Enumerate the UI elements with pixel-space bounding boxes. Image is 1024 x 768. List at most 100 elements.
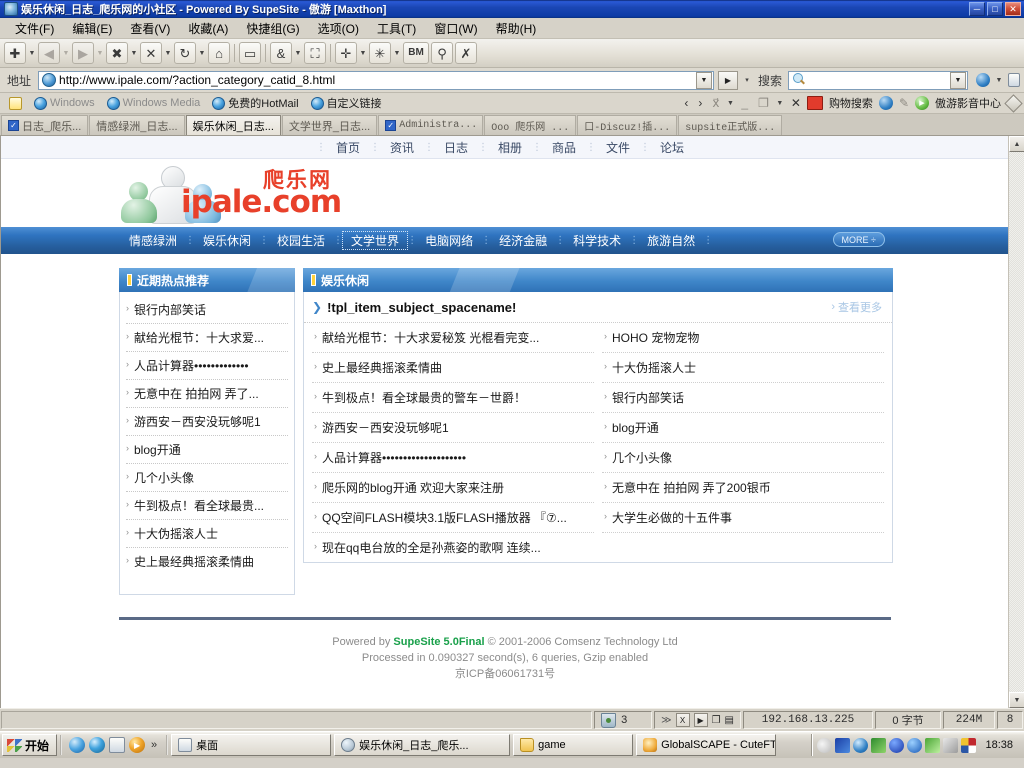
list-item[interactable]: › 几个小头像 <box>602 443 884 473</box>
menu-groups[interactable]: 快捷组(G) <box>237 18 308 39</box>
nav-forward-icon[interactable]: › <box>694 96 706 110</box>
tab-5[interactable]: Ooo 爬乐网 ... <box>484 115 577 135</box>
copy-icon[interactable]: ❐ <box>712 715 721 726</box>
close-button[interactable]: ✕ <box>1005 2 1021 16</box>
ime-icon[interactable] <box>961 737 977 753</box>
bug-icon[interactable]: ✳ <box>369 42 391 64</box>
link-windows[interactable]: Windows <box>29 96 100 110</box>
site-nav-files[interactable]: 文件 <box>596 139 640 156</box>
site-nav-blog[interactable]: 日志 <box>434 139 478 156</box>
browser-tray-icon[interactable] <box>853 737 869 753</box>
site-nav-album[interactable]: 相册 <box>488 139 532 156</box>
maximize-button[interactable]: □ <box>987 2 1003 16</box>
menu-tools[interactable]: 工具(T) <box>368 18 425 39</box>
nav-restore-dropdown-icon[interactable]: ▼ <box>775 92 785 114</box>
list-item[interactable]: › 大学生必做的十五件事 <box>602 503 884 533</box>
site-nav-news[interactable]: 资讯 <box>380 139 424 156</box>
wrench-icon[interactable]: ⚲ <box>431 42 453 64</box>
back-icon[interactable]: ◀ <box>38 42 60 64</box>
link-custom[interactable]: 自定义链接 <box>306 95 387 111</box>
category-wenxue-selected[interactable]: 文学世界 <box>342 231 409 250</box>
menu-file[interactable]: 文件(F) <box>6 18 63 39</box>
back-dropdown-icon[interactable]: ▼ <box>61 42 71 64</box>
paperclip-icon[interactable]: ✎ <box>895 96 913 110</box>
minimize-button[interactable]: ─ <box>969 2 985 16</box>
search-engine-dropdown-icon[interactable]: ▼ <box>994 69 1004 91</box>
go-button[interactable]: ▶ <box>717 70 738 90</box>
tab-4[interactable]: ✓ Administra... <box>378 115 484 135</box>
menu-view[interactable]: 查看(V) <box>121 18 179 39</box>
category-kexue[interactable]: 科学技术 <box>565 232 629 249</box>
list-item[interactable]: › QQ空间FLASH模块3.1版FLASH播放器 『⑦... <box>312 503 594 533</box>
restore-icon[interactable] <box>89 737 106 753</box>
new-tab-icon[interactable]: ✚ <box>4 42 26 64</box>
close-x-icon[interactable]: ✗ <box>455 42 477 64</box>
menu-edit[interactable]: 编辑(E) <box>63 18 121 39</box>
network-icon[interactable] <box>835 737 851 753</box>
page-scrollbar[interactable]: ▲ ▼ <box>1008 136 1024 708</box>
category-more-button[interactable]: MORE ÷ <box>832 232 885 247</box>
search-input[interactable]: ▼ <box>788 70 968 90</box>
menu-help[interactable]: 帮助(H) <box>487 18 546 39</box>
refresh-icon[interactable]: ↻ <box>174 42 196 64</box>
list-item[interactable]: › blog开通 <box>126 436 288 464</box>
list-item[interactable]: › blog开通 <box>602 413 884 443</box>
new-tab-dropdown-icon[interactable]: ▼ <box>27 42 37 64</box>
list-item[interactable]: › 史上最经典摇滚柔情曲 <box>126 548 288 575</box>
view-more-link[interactable]: › 查看更多 <box>831 299 882 315</box>
list-item[interactable]: › 十大伪摇滚人士 <box>126 520 288 548</box>
list-item[interactable]: › 十大伪摇滚人士 <box>602 353 884 383</box>
list-item[interactable]: › 人品计算器••••••••••••• <box>126 352 288 380</box>
search-engine-icon[interactable] <box>976 73 990 87</box>
skip-icon[interactable]: ≫ <box>661 715 671 726</box>
refresh-dropdown-icon[interactable]: ▼ <box>197 42 207 64</box>
taskbar-item-browser[interactable]: 娱乐休闲_日志_爬乐... <box>334 734 511 756</box>
flash-icon[interactable] <box>878 96 893 110</box>
address-input[interactable]: http://www.ipale.com/?action_category_ca… <box>38 70 714 90</box>
forward-icon[interactable]: ▶ <box>72 42 94 64</box>
tab-1[interactable]: 情感绿洲_日志... <box>89 115 185 135</box>
taskbar-clock[interactable]: 18:38 <box>979 739 1017 751</box>
category-diannao[interactable]: 电脑网络 <box>417 232 481 249</box>
download-icon[interactable] <box>925 737 941 753</box>
link-windows-media[interactable]: Windows Media <box>102 96 206 110</box>
footer-brand[interactable]: SupeSite 5.0Final <box>393 636 484 648</box>
add-icon[interactable]: ✛ <box>335 42 357 64</box>
search-dropdown-icon[interactable]: ▼ <box>950 71 966 89</box>
feature-title[interactable]: ❯ !tpl_item_subject_spacename! <box>312 300 516 315</box>
list-item[interactable]: › 游西安－西安没玩够呢1 <box>312 413 594 443</box>
nav-minimize-icon[interactable]: _ <box>737 96 752 110</box>
list-item[interactable]: › 人品计算器•••••••••••••••••••• <box>312 443 594 473</box>
go-dropdown-icon[interactable]: ▾ <box>742 69 752 91</box>
add-dropdown-icon[interactable]: ▼ <box>358 42 368 64</box>
tab-3[interactable]: 文学世界_日志... <box>281 115 378 135</box>
list-item[interactable]: › 银行内部笑话 <box>126 296 288 324</box>
taskbar-item-game[interactable]: game <box>513 734 634 756</box>
tab-2-active[interactable]: 娱乐休闲_日志... <box>185 115 281 135</box>
category-xiaoyuan[interactable]: 校园生活 <box>269 232 333 249</box>
home-icon[interactable]: ⌂ <box>208 42 230 64</box>
pen-icon[interactable] <box>943 737 959 753</box>
site-nav-forum[interactable]: 论坛 <box>650 139 694 156</box>
nav-script-icon[interactable]: x⃗ <box>708 96 723 110</box>
media-player-icon[interactable]: ▶ <box>129 737 146 753</box>
taskbar-item-cuteftp[interactable]: GlobalSCAPE - CuteFTP... <box>636 734 777 756</box>
quick-launch-more-icon[interactable]: » <box>149 739 159 751</box>
category-jingji[interactable]: 经济金融 <box>491 232 555 249</box>
shopping-cart-icon[interactable] <box>806 96 823 110</box>
favorites-star-icon[interactable] <box>4 96 27 110</box>
bm-button[interactable]: BM <box>403 42 429 64</box>
shop-search-label[interactable]: 购物搜索 <box>825 95 877 111</box>
ad-blocker-cell[interactable]: 3 <box>594 711 653 729</box>
play-icon[interactable]: ▶ <box>693 713 708 727</box>
tab-7[interactable]: supsite正式版... <box>678 115 783 135</box>
notepad-icon[interactable] <box>109 737 126 753</box>
forward-dropdown-icon[interactable]: ▼ <box>95 42 105 64</box>
menu-favorites[interactable]: 收藏(A) <box>179 18 237 39</box>
stop-dropdown-icon[interactable]: ▼ <box>129 42 139 64</box>
ampersand-icon[interactable]: & <box>270 42 292 64</box>
taskbar-item-desktop[interactable]: 桌面 <box>171 734 332 756</box>
category-yule[interactable]: 娱乐休闲 <box>195 232 259 249</box>
site-nav-goods[interactable]: 商品 <box>542 139 586 156</box>
bug-dropdown-icon[interactable]: ▼ <box>392 42 402 64</box>
